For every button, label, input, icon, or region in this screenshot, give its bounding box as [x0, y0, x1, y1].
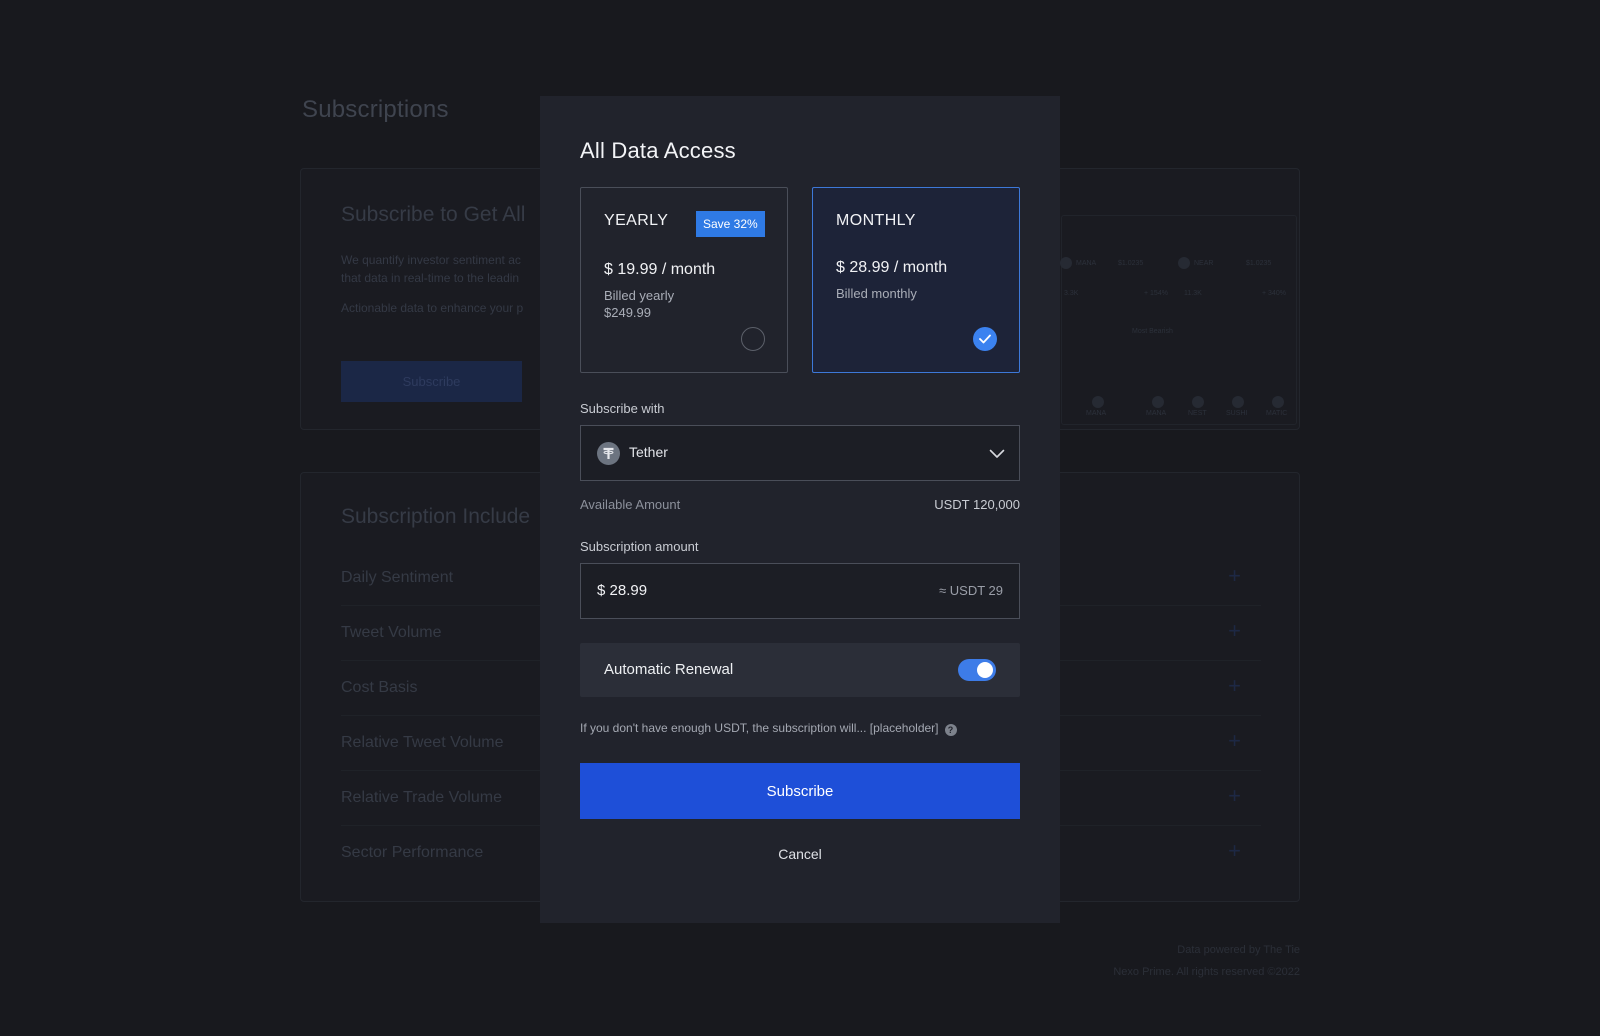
plus-icon: + [1228, 783, 1241, 808]
preview-val-1: $1.0235 [1118, 260, 1144, 267]
hero-desc-line3: Actionable data to enhance your p [341, 301, 524, 315]
plan-card-yearly[interactable]: YEARLY Save 32% $ 19.99 / month Billed y… [580, 187, 788, 373]
coin-icon [1178, 257, 1190, 269]
insufficient-funds-note: If you don't have enough USDT, the subsc… [580, 721, 957, 736]
coin-icon [1060, 257, 1072, 269]
converted-amount: ≈ USDT 29 [939, 583, 1003, 598]
save-badge: Save 32% [696, 211, 765, 237]
preview-token: SUSHI [1226, 410, 1248, 417]
hero-desc-line1: We quantify investor sentiment ac [341, 253, 521, 267]
plan-name: YEARLY [604, 212, 669, 229]
preview-token: MATIC [1266, 410, 1288, 417]
help-icon[interactable]: ? [944, 724, 957, 736]
plan-billing: Billed monthly [836, 286, 917, 301]
plus-icon: + [1228, 563, 1241, 588]
plan-price: $ 28.99 / month [836, 259, 948, 276]
coin-icon [1152, 396, 1164, 408]
coin-icon [1192, 396, 1204, 408]
toggle-knob [977, 662, 993, 678]
preview-stat-2: 11.3K [1184, 290, 1202, 297]
plus-icon: + [1228, 618, 1241, 643]
hero-desc-line2: that data in real-time to the leadin [341, 271, 520, 285]
plan-name: MONTHLY [836, 212, 916, 229]
preview-coin-2: NEAR [1194, 260, 1214, 267]
coin-icon [1092, 396, 1104, 408]
include-label: Relative Trade Volume [341, 789, 502, 806]
hero-title: Subscribe to Get All [341, 203, 526, 226]
plus-icon: + [1228, 838, 1241, 863]
note-text: If you don't have enough USDT, the subsc… [580, 721, 939, 735]
preview-pct-2: + 340% [1262, 290, 1286, 297]
available-amount-value: USDT 120,000 [934, 497, 1020, 512]
currency-select[interactable]: Tether [580, 425, 1020, 481]
subscription-amount-field[interactable]: $ 28.99 ≈ USDT 29 [580, 563, 1020, 619]
subscribe-button[interactable]: Subscribe [580, 763, 1020, 819]
radio-unselected-icon[interactable] [741, 327, 765, 351]
preview-token: NEST [1188, 410, 1207, 417]
plan-billing: Billed yearly [604, 288, 675, 303]
tether-icon [597, 442, 620, 465]
preview-panel: MANA $1.0235 NEAR $1.0235 3.3K + 154% 11… [1060, 215, 1297, 425]
coin-icon [1272, 396, 1284, 408]
modal-title: All Data Access [580, 138, 736, 163]
include-label: Cost Basis [341, 679, 418, 696]
plus-icon: + [1228, 673, 1241, 698]
plan-price: $ 19.99 / month [604, 261, 716, 278]
include-label: Sector Performance [341, 844, 484, 861]
footer-powered: Data powered by The Tie [1177, 944, 1300, 956]
subscription-amount-value: $ 28.99 [597, 582, 648, 599]
plan-total: $249.99 [604, 305, 651, 320]
preview-token: MANA [1086, 410, 1107, 417]
subscribe-with-label: Subscribe with [580, 401, 665, 416]
include-label: Tweet Volume [341, 624, 442, 641]
preview-token: MANA [1146, 410, 1167, 417]
cancel-button[interactable]: Cancel [740, 839, 860, 869]
coin-icon [1232, 396, 1244, 408]
automatic-renewal-label: Automatic Renewal [604, 661, 734, 678]
available-amount-label: Available Amount [580, 497, 681, 512]
hero-subscribe-button: Subscribe [341, 361, 522, 402]
automatic-renewal-toggle[interactable] [958, 659, 996, 681]
include-label: Daily Sentiment [341, 569, 454, 586]
page-title: Subscriptions [302, 96, 449, 123]
includes-title: Subscription Include [341, 505, 531, 528]
subscription-modal: All Data Access YEARLY Save 32% $ 19.99 … [540, 96, 1060, 923]
preview-val-2: $1.0235 [1246, 260, 1272, 267]
preview-stat-1: 3.3K [1064, 290, 1079, 297]
currency-selected-value: Tether [629, 444, 668, 460]
automatic-renewal-row: Automatic Renewal [580, 643, 1020, 697]
include-label: Relative Tweet Volume [341, 734, 504, 751]
chevron-down-icon [989, 446, 1005, 464]
preview-pct-1: + 154% [1144, 290, 1168, 297]
radio-checked-icon[interactable] [973, 327, 997, 351]
preview-section: Most Bearish [1132, 328, 1173, 335]
plus-icon: + [1228, 728, 1241, 753]
plan-card-monthly[interactable]: MONTHLY $ 28.99 / month Billed monthly [812, 187, 1020, 373]
footer-copyright: Nexo Prime. All rights reserved ©2022 [1113, 966, 1300, 978]
subscription-amount-label: Subscription amount [580, 539, 699, 554]
preview-coin-1: MANA [1076, 260, 1097, 267]
